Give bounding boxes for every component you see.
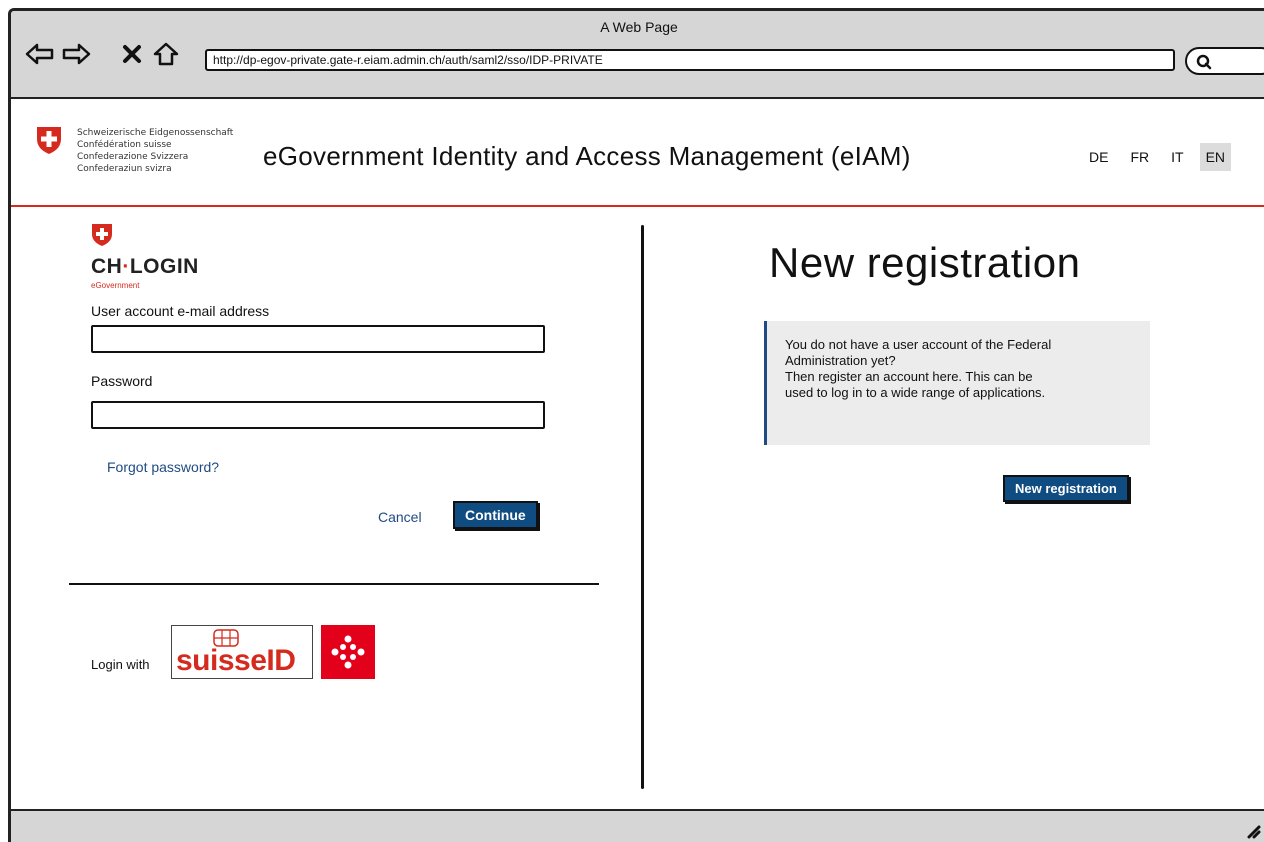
registration-title: New registration: [769, 239, 1081, 286]
registration-info: You do not have a user account of the Fe…: [764, 321, 1150, 445]
status-bar: [11, 809, 1264, 842]
password-field[interactable]: [91, 401, 545, 429]
ch-login-subtitle: eGovernment: [91, 281, 140, 290]
suisseid-login-button[interactable]: suisseID: [171, 625, 313, 679]
resize-grip-icon[interactable]: [1243, 821, 1261, 839]
cancel-button[interactable]: Cancel: [378, 509, 422, 525]
ch-login-brand-dot: ·: [122, 255, 130, 278]
confederation-de: Schweizerische Eidgenossenschaft: [77, 128, 234, 138]
ch-login-brand-left: CH: [91, 255, 123, 278]
new-registration-button[interactable]: New registration: [1003, 475, 1129, 502]
lang-de[interactable]: DE: [1083, 145, 1114, 171]
lang-fr[interactable]: FR: [1124, 145, 1155, 171]
ch-login-shield-icon: [92, 224, 112, 246]
search-icon: [1196, 54, 1212, 70]
ch-login-logo: CH·LOGIN: [91, 255, 199, 279]
confederation-names: Schweizerische Eidgenossenschaft Confédé…: [77, 127, 233, 175]
info-line: Then register an account here. This can …: [785, 369, 1033, 384]
forgot-password-link[interactable]: Forgot password?: [107, 459, 219, 475]
column-divider: [641, 225, 644, 789]
search-box[interactable]: [1185, 47, 1264, 75]
continue-button[interactable]: Continue: [453, 501, 538, 529]
url-bar[interactable]: http://dp-egov-private.gate-r.eiam.admin…: [205, 49, 1175, 71]
post-logo-icon: [331, 635, 365, 669]
site-title: eGovernment Identity and Access Manageme…: [263, 141, 911, 171]
language-switcher: DE FR IT EN: [1083, 143, 1241, 171]
lang-it[interactable]: IT: [1165, 145, 1189, 171]
info-line: used to log in to a wide range of applic…: [785, 385, 1046, 400]
info-line: Administration yet?: [785, 353, 896, 368]
post-login-button[interactable]: [321, 625, 375, 679]
email-field[interactable]: [91, 325, 545, 353]
site-header: Schweizerische Eidgenossenschaft Confédé…: [11, 99, 1264, 207]
login-with-label: Login with: [91, 657, 150, 672]
browser-window: A Web Page http://dp-egov-private.gate-r…: [8, 8, 1264, 842]
swiss-shield-icon: [37, 127, 61, 154]
confederation-rm: Confederaziun svizra: [77, 164, 172, 174]
confederation-it: Confederazione Svizzera: [77, 152, 189, 162]
ch-login-brand-right: LOGIN: [129, 255, 199, 278]
confederation-fr: Confédération suisse: [77, 140, 172, 150]
suisseid-logo: suisseID: [176, 644, 296, 677]
browser-chrome: A Web Page http://dp-egov-private.gate-r…: [11, 11, 1264, 99]
home-icon[interactable]: [151, 41, 181, 67]
info-line: You do not have a user account of the Fe…: [785, 337, 1052, 352]
close-icon[interactable]: [117, 41, 147, 67]
divider: [69, 583, 599, 585]
lang-en[interactable]: EN: [1199, 143, 1232, 171]
login-panel: CH·LOGIN eGovernment User account e-mail…: [11, 207, 643, 807]
password-label: Password: [91, 373, 153, 389]
arrow-right-icon[interactable]: [61, 41, 91, 67]
email-label: User account e-mail address: [91, 303, 270, 319]
arrow-left-icon[interactable]: [25, 41, 55, 67]
window-title: A Web Page: [600, 19, 678, 35]
